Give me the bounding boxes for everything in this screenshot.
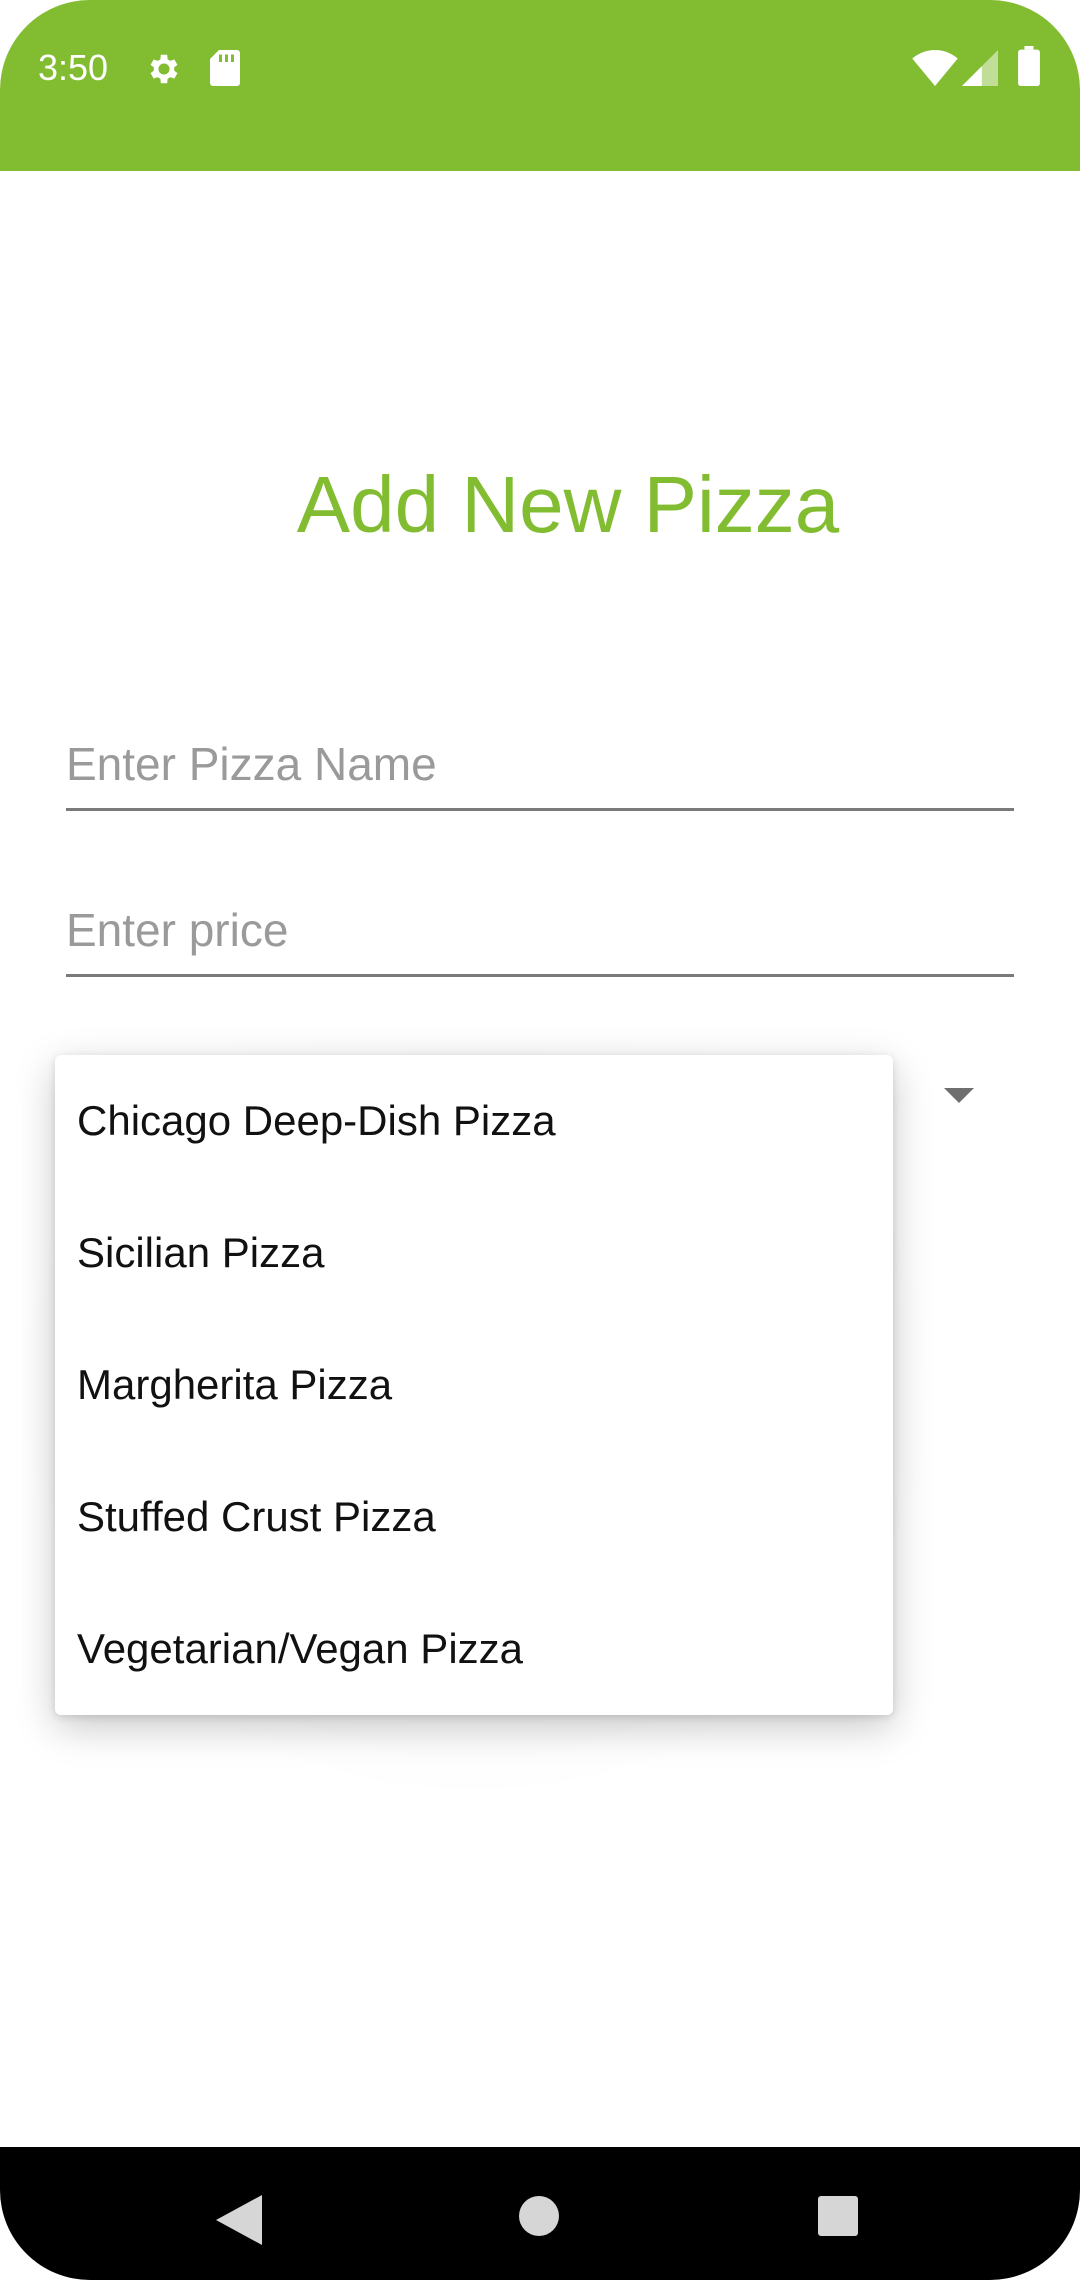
recents-icon[interactable] (817, 2195, 859, 2237)
price-input[interactable] (66, 900, 1014, 960)
home-icon[interactable] (518, 2195, 560, 2237)
status-bar: 3:50 (0, 0, 1080, 171)
gear-icon (150, 54, 178, 84)
pizza-name-field (66, 728, 1014, 811)
pizza-type-dropdown-menu: Chicago Deep-Dish Pizza Sicilian Pizza M… (55, 1055, 893, 1715)
pizza-name-input[interactable] (66, 734, 1014, 794)
dropdown-option-sicilian[interactable]: Sicilian Pizza (55, 1187, 893, 1319)
dropdown-option-margherita[interactable]: Margherita Pizza (55, 1319, 893, 1451)
page-title: Add New Pizza (296, 460, 840, 549)
dropdown-option-vegetarian-vegan[interactable]: Vegetarian/Vegan Pizza (55, 1583, 893, 1715)
dropdown-option-stuffed-crust[interactable]: Stuffed Crust Pizza (55, 1451, 893, 1583)
navigation-bar (0, 2147, 1080, 2280)
status-time: 3:50 (38, 47, 109, 88)
sd-card-icon (210, 50, 240, 86)
dropdown-option-chicago-deep-dish[interactable]: Chicago Deep-Dish Pizza (55, 1055, 893, 1187)
signal-icon (962, 50, 998, 86)
price-field (66, 894, 1014, 977)
battery-icon (1018, 46, 1040, 86)
back-icon[interactable] (216, 2195, 262, 2245)
wifi-icon (912, 50, 958, 86)
